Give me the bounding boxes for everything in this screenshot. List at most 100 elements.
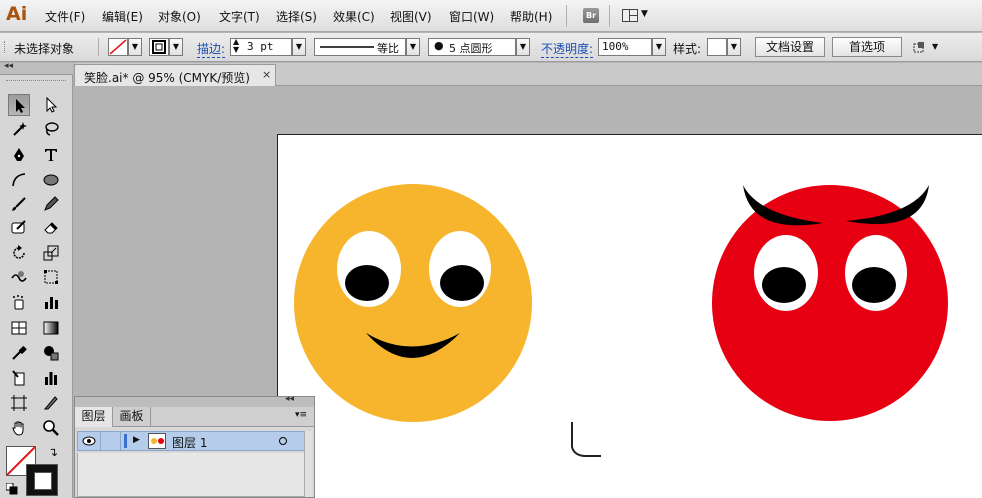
default-colors-icon[interactable] xyxy=(6,483,18,495)
tab-layers[interactable]: 图层 xyxy=(75,407,113,427)
warp-tool[interactable] xyxy=(8,266,30,288)
document-setup-button[interactable]: 文档设置 xyxy=(755,37,825,57)
hand-tool[interactable] xyxy=(8,417,30,439)
slice-tool[interactable] xyxy=(8,367,30,389)
profile-line-icon xyxy=(320,46,374,48)
free-transform-tool[interactable] xyxy=(40,266,62,288)
layer-row[interactable]: ▶ 图层 1 xyxy=(77,431,311,451)
stroke-label[interactable]: 描边: xyxy=(197,40,226,58)
menu-effect[interactable]: 效果(C) xyxy=(333,8,375,25)
menu-object[interactable]: 对象(O) xyxy=(158,8,201,25)
collapse-icon[interactable]: ◂◂ xyxy=(285,394,294,404)
opacity-dropdown[interactable]: ▼ xyxy=(652,38,666,56)
mesh-icon xyxy=(11,321,27,335)
tools-panel-header[interactable]: ◂◂ xyxy=(0,61,73,75)
bridge-button[interactable]: Br xyxy=(583,8,599,23)
menu-type[interactable]: 文字(T) xyxy=(219,8,260,25)
target-circle-icon[interactable] xyxy=(278,436,288,446)
symbol-sprayer-tool[interactable] xyxy=(8,291,30,313)
pen-tool[interactable] xyxy=(8,144,30,166)
expand-triangle-icon[interactable]: ▶ xyxy=(133,435,140,445)
brush-definition[interactable]: ● 5 点圆形 xyxy=(428,38,516,56)
layers-scrollbar[interactable] xyxy=(304,431,312,497)
layer-name[interactable]: 图层 1 xyxy=(172,434,207,451)
stray-path[interactable] xyxy=(571,422,601,457)
lasso-tool[interactable] xyxy=(40,118,62,140)
ellipse-icon xyxy=(43,174,59,186)
type-tool[interactable] xyxy=(40,144,62,166)
profile-dropdown[interactable]: ▼ xyxy=(406,38,420,56)
tab-artboards[interactable]: 画板 xyxy=(113,407,151,427)
graph-tool[interactable] xyxy=(40,367,62,389)
close-icon[interactable]: × xyxy=(262,68,271,81)
line-tool[interactable] xyxy=(8,169,30,191)
knife-tool[interactable] xyxy=(40,392,62,414)
stroke-weight-field[interactable]: ▲ ▼ 3 pt xyxy=(230,38,292,56)
magic-wand-tool[interactable] xyxy=(8,118,30,140)
artboard[interactable] xyxy=(277,134,982,498)
stroke-swatch[interactable] xyxy=(26,464,58,496)
column-graph-tool[interactable] xyxy=(40,291,62,313)
variable-width-profile[interactable]: 等比 xyxy=(314,38,406,56)
brush-dropdown[interactable]: ▼ xyxy=(516,38,530,56)
opacity-label[interactable]: 不透明度: xyxy=(541,40,594,58)
mesh-tool[interactable] xyxy=(8,317,30,339)
pencil-tool[interactable] xyxy=(40,193,62,215)
artboard-tool[interactable] xyxy=(8,392,30,414)
rotate-tool[interactable] xyxy=(8,242,30,264)
layer-color-bar xyxy=(124,434,127,448)
stroke-weight-dropdown[interactable]: ▼ xyxy=(292,38,306,56)
artwork xyxy=(294,184,948,457)
zoom-tool[interactable] xyxy=(40,417,62,439)
menu-window[interactable]: 窗口(W) xyxy=(449,8,494,25)
scale-tool[interactable] xyxy=(40,242,62,264)
blend-tool[interactable] xyxy=(40,342,62,364)
document-tab-strip: 笑脸.ai* @ 95% (CMYK/预览) × xyxy=(74,63,982,86)
stroke-dropdown[interactable]: ▼ xyxy=(169,38,183,56)
direct-selection-tool[interactable] xyxy=(40,94,62,116)
fill-dropdown[interactable]: ▼ xyxy=(128,38,142,56)
swap-colors-icon[interactable]: ↴ xyxy=(48,445,58,459)
happy-face[interactable] xyxy=(294,184,532,422)
menu-help[interactable]: 帮助(H) xyxy=(510,8,552,25)
eyedropper-tool[interactable] xyxy=(8,342,30,364)
eyedropper-icon xyxy=(12,346,27,360)
stroke-swatch-icon xyxy=(152,40,166,54)
devil-face[interactable] xyxy=(712,185,948,421)
graphic-style-dropdown[interactable]: ▼ xyxy=(727,38,741,56)
opacity-value: 100% xyxy=(602,40,629,53)
magic-wand-icon xyxy=(13,122,27,136)
app-logo: Ai xyxy=(6,3,28,25)
menu-select[interactable]: 选择(S) xyxy=(276,8,317,25)
control-bar-grip[interactable] xyxy=(4,41,7,53)
pen-icon xyxy=(14,148,24,161)
eraser-tool[interactable] xyxy=(40,216,62,238)
panel-menu-icon[interactable]: ▾≡ xyxy=(295,410,307,420)
selection-tool[interactable] xyxy=(8,94,30,116)
gradient-tool[interactable] xyxy=(40,317,62,339)
direct-selection-icon xyxy=(46,96,58,113)
stroke-color-swatch[interactable] xyxy=(149,38,169,56)
visibility-eye-icon[interactable] xyxy=(82,435,96,447)
blob-brush-tool[interactable] xyxy=(8,216,30,238)
stepper-down-icon[interactable]: ▼ xyxy=(233,46,239,54)
menu-view[interactable]: 视图(V) xyxy=(390,8,432,25)
graphic-style-swatch[interactable] xyxy=(707,38,727,56)
document-tab-title: 笑脸.ai* @ 95% (CMYK/预览) xyxy=(84,71,250,85)
devil-face-right-pupil xyxy=(852,267,896,303)
document-tab[interactable]: 笑脸.ai* @ 95% (CMYK/预览) × xyxy=(74,64,276,86)
opacity-field[interactable]: 100% xyxy=(598,38,652,56)
collapse-icon[interactable]: ◂◂ xyxy=(4,61,13,71)
arrange-documents-button[interactable]: ▼ xyxy=(912,40,942,56)
workspace-switcher[interactable]: ▼ xyxy=(622,8,650,24)
blend-icon xyxy=(44,346,59,361)
menu-edit[interactable]: 编辑(E) xyxy=(102,8,143,25)
fill-color-swatch[interactable] xyxy=(108,38,128,56)
slice-icon xyxy=(12,370,25,386)
tools-panel-grip[interactable] xyxy=(6,80,66,83)
ellipse-tool[interactable] xyxy=(40,169,62,191)
paintbrush-tool[interactable] xyxy=(8,193,30,215)
layers-panel-header[interactable]: ◂◂ xyxy=(75,394,314,407)
preferences-button[interactable]: 首选项 xyxy=(832,37,902,57)
menu-file[interactable]: 文件(F) xyxy=(45,8,85,25)
